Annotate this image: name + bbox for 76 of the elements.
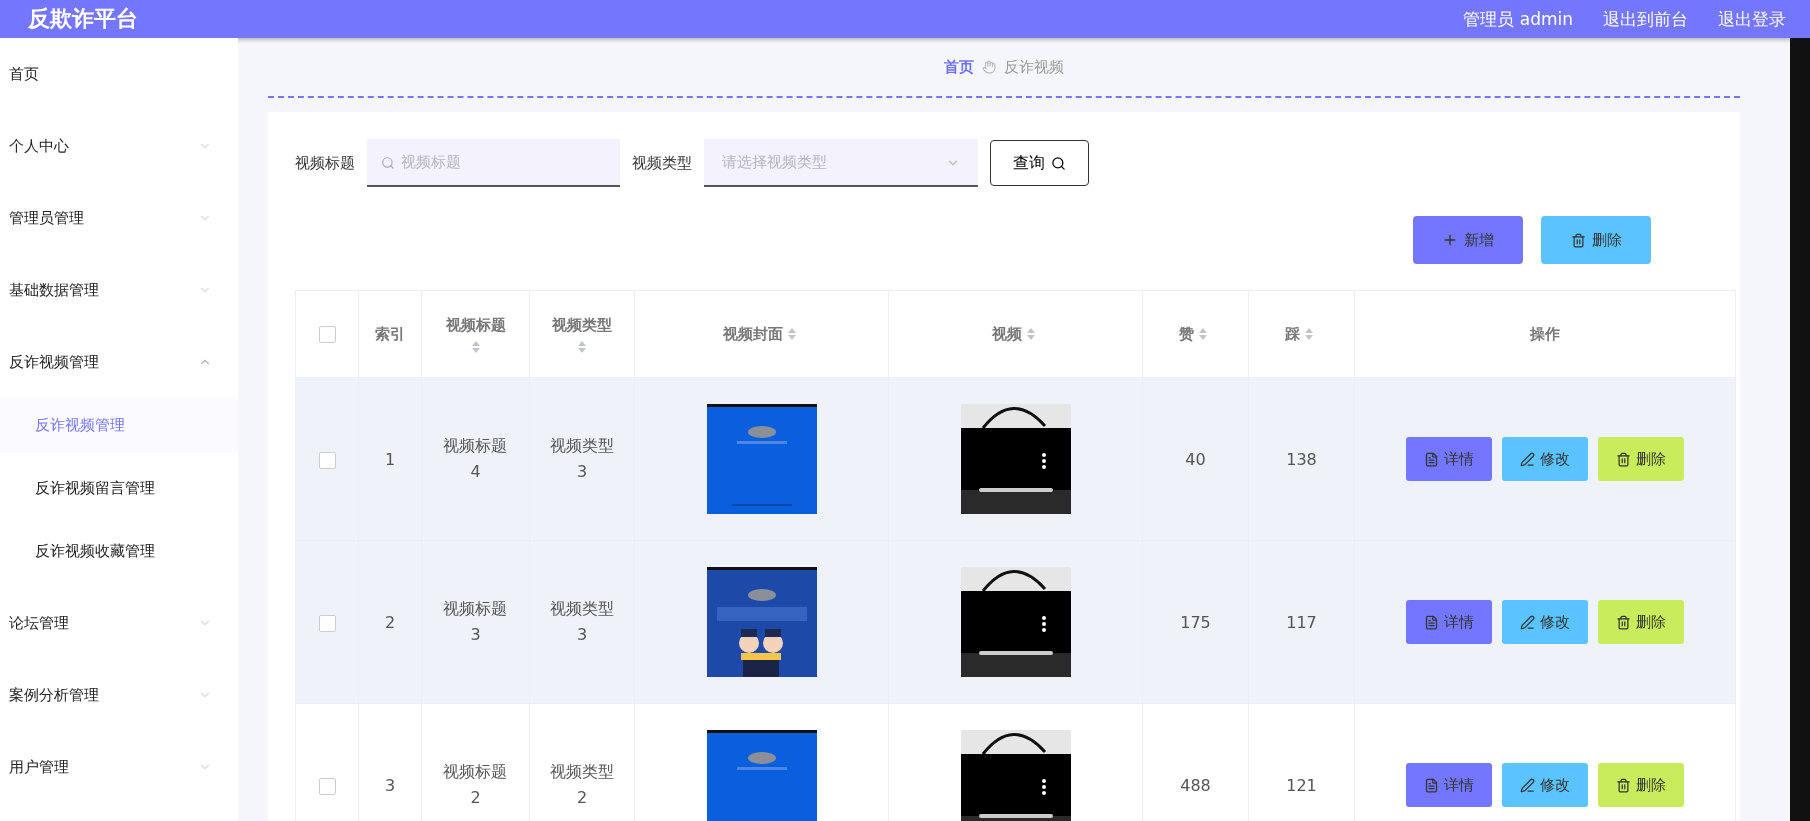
sort-icon[interactable] [1304, 327, 1314, 341]
hand-icon [982, 60, 996, 74]
detail-button[interactable]: 详情 [1406, 437, 1492, 481]
table-cell: 488 [1180, 775, 1211, 795]
document-icon [1424, 614, 1439, 630]
table-cell-text: 视频标题2 [442, 761, 509, 809]
table-cell-text: 视频类型3 [549, 435, 615, 483]
sort-icon[interactable] [786, 327, 797, 341]
sidebar-item[interactable]: 用户管理 [0, 731, 238, 803]
pencil-icon [1520, 451, 1535, 467]
sidebar-item[interactable]: 首页 [0, 38, 238, 110]
delete-button[interactable]: 删除 [1598, 763, 1684, 807]
trash-icon [1570, 232, 1586, 248]
search-icon [381, 156, 395, 170]
search-icon [1051, 155, 1066, 171]
detail-button[interactable]: 详情 [1406, 600, 1492, 644]
column-header[interactable]: 赞 [1179, 324, 1212, 344]
sort-icon[interactable] [577, 339, 587, 354]
table-cell: 3 [384, 775, 396, 795]
edit-button[interactable]: 修改 [1502, 600, 1588, 644]
edit-button[interactable]: 修改 [1502, 763, 1588, 807]
edit-button[interactable]: 修改 [1502, 437, 1588, 481]
breadcrumb-item[interactable]: 首页 [944, 57, 974, 77]
table-cell: 121 [1286, 775, 1317, 795]
column-header: 索引 [375, 324, 405, 344]
table-cell: 175 [1180, 612, 1211, 632]
sort-icon[interactable] [1025, 327, 1036, 341]
trash-icon [1616, 451, 1631, 467]
checkbox[interactable] [318, 326, 336, 343]
type-select[interactable]: 请选择视频类型 [704, 139, 978, 187]
sort-icon[interactable] [470, 339, 481, 354]
breadcrumb-item: 反诈视频 [1004, 57, 1064, 77]
checkbox[interactable] [318, 777, 336, 795]
pencil-icon [1520, 777, 1535, 793]
sidebar-subitem[interactable]: 反诈视频管理 [0, 398, 238, 453]
header-link[interactable]: 退出登录 [1718, 7, 1786, 31]
sidebar-item[interactable]: 反诈视频管理 [0, 326, 238, 398]
user-label: 管理员 admin [1463, 7, 1573, 31]
column-header[interactable]: 视频 [991, 324, 1040, 344]
table-cell-text: 视频类型3 [549, 598, 615, 646]
table-cell-text: 视频类型2 [549, 761, 615, 809]
sidebar-item[interactable]: 管理员管理 [0, 182, 238, 254]
header-link[interactable]: 退出到前台 [1603, 7, 1688, 31]
table-cell-text: 视频标题3 [442, 598, 509, 646]
sidebar-item[interactable]: 基础数据管理 [0, 254, 238, 326]
table-cell: 138 [1286, 449, 1317, 469]
sort-icon[interactable] [1198, 327, 1208, 341]
add-button[interactable]: 新增 [1413, 216, 1523, 264]
table-cell: 40 [1185, 449, 1206, 469]
document-icon [1424, 777, 1439, 793]
query-button[interactable]: 查询 [990, 140, 1089, 186]
delete-button[interactable]: 删除 [1541, 216, 1651, 264]
column-header[interactable]: 视频封面 [722, 324, 801, 344]
table-cell: 2 [384, 612, 396, 632]
sidebar-item[interactable]: 案例分析管理 [0, 659, 238, 731]
checkbox[interactable] [318, 614, 336, 632]
trash-icon [1616, 614, 1631, 630]
table-cell: 117 [1286, 612, 1317, 632]
trash-icon [1616, 777, 1631, 793]
delete-button[interactable]: 删除 [1598, 600, 1684, 644]
field-label: 视频标题 [295, 153, 355, 173]
plus-icon [1442, 232, 1458, 248]
table-cell-text: 视频标题4 [442, 435, 509, 483]
checkbox[interactable] [318, 451, 336, 469]
app-title: 反欺诈平台 [28, 5, 139, 33]
column-header: 操作 [1530, 324, 1560, 344]
field-label: 视频类型 [632, 153, 692, 173]
pencil-icon [1520, 614, 1535, 630]
document-icon [1424, 451, 1439, 467]
column-header[interactable]: 踩 [1285, 324, 1318, 344]
delete-button[interactable]: 删除 [1598, 437, 1684, 481]
sidebar-item[interactable]: 个人中心 [0, 110, 238, 182]
table-cell: 1 [384, 449, 396, 469]
detail-button[interactable]: 详情 [1406, 763, 1492, 807]
sidebar-item[interactable]: 论坛管理 [0, 587, 238, 659]
title-search-field[interactable]: 视频标题 [367, 139, 620, 187]
